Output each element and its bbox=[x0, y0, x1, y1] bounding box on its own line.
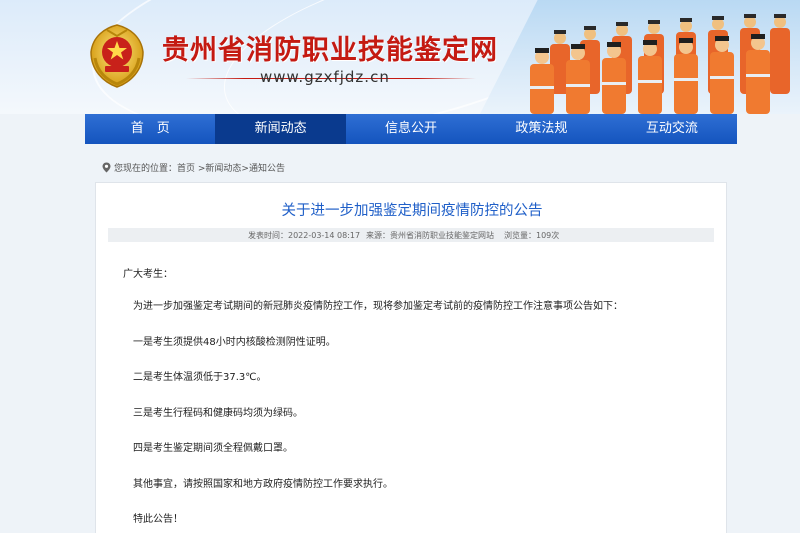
nav-item-policy[interactable]: 政策法规 bbox=[476, 114, 606, 144]
article-paragraph: 四是考生鉴定期间须全程佩戴口罩。 bbox=[133, 443, 293, 454]
publish-time: 发表时间：2022-03-14 08:17 bbox=[248, 231, 361, 240]
nav-item-interaction[interactable]: 互动交流 bbox=[607, 114, 737, 144]
article-panel: 关于进一步加强鉴定期间疫情防控的公告 发表时间：2022-03-14 08:17… bbox=[95, 182, 727, 533]
article-paragraph: 三是考生行程码和健康码均须为绿码。 bbox=[133, 408, 303, 419]
main-nav: 首 页 新闻动态 信息公开 政策法规 互动交流 bbox=[85, 114, 737, 144]
site-title: 贵州省消防职业技能鉴定网 bbox=[162, 35, 498, 66]
location-pin-icon bbox=[102, 162, 111, 173]
nav-item-news[interactable]: 新闻动态 bbox=[215, 114, 346, 144]
breadcrumb: 您现在的位置：首页 >新闻动态>通知公告 bbox=[102, 161, 285, 174]
article-source: 来源：贵州省消防职业技能鉴定网站 bbox=[366, 231, 494, 240]
article-paragraph: 广大考生： bbox=[123, 269, 173, 280]
article-paragraph: 一是考生须提供48小时内核酸检测阴性证明。 bbox=[133, 337, 336, 348]
article-meta: 发表时间：2022-03-14 08:17 来源：贵州省消防职业技能鉴定网站 浏… bbox=[108, 228, 714, 242]
nav-item-info[interactable]: 信息公开 bbox=[346, 114, 476, 144]
site-url: www.gzxfjdz.cn bbox=[260, 68, 390, 86]
article-paragraph: 二是考生体温须低于37.3℃。 bbox=[133, 372, 267, 383]
breadcrumb-text[interactable]: 您现在的位置：首页 >新闻动态>通知公告 bbox=[114, 161, 285, 174]
firefighters-photo-icon bbox=[530, 14, 790, 114]
article-paragraph: 其他事宜，请按照国家和地方政府疫情防控工作要求执行。 bbox=[133, 479, 393, 490]
article-title: 关于进一步加强鉴定期间疫情防控的公告 bbox=[281, 203, 543, 219]
view-count: 浏览量：109次 bbox=[504, 231, 560, 240]
article-paragraph: 特此公告！ bbox=[133, 514, 183, 525]
fire-emblem-icon bbox=[90, 24, 144, 88]
nav-item-home[interactable]: 首 页 bbox=[85, 114, 215, 144]
article-paragraph: 为进一步加强鉴定考试期间的新冠肺炎疫情防控工作，现将参加鉴定考试前的疫情防控工作… bbox=[133, 301, 623, 312]
header-banner: 贵州省消防职业技能鉴定网 www.gzxfjdz.cn bbox=[0, 0, 800, 114]
